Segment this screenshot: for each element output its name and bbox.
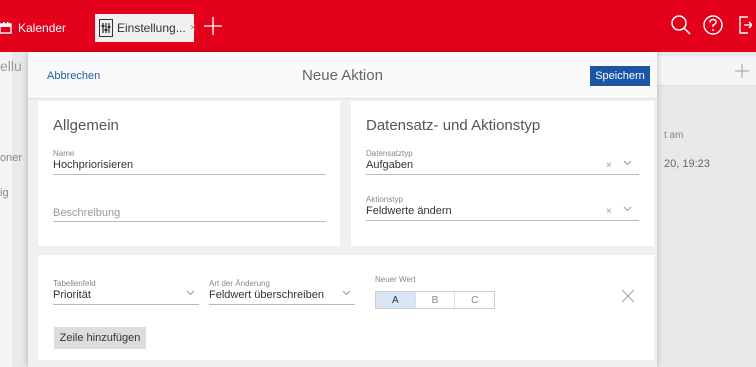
background-sidebar — [0, 52, 12, 367]
top-bar: Kalender Einstellung... × — [0, 0, 756, 52]
new-value-label: Neuer Wert — [375, 275, 416, 284]
general-card: Allgemein Name Hochpriorisieren Beschrei… — [38, 101, 340, 246]
add-icon[interactable] — [734, 63, 750, 84]
option-a-button[interactable]: A — [376, 292, 416, 308]
action-type-select[interactable]: Feldwerte ändern — [366, 205, 452, 217]
field-change-card: Tabellenfeld Priorität Art der Änderung … — [38, 255, 654, 360]
calendar-icon — [0, 22, 12, 34]
tab-calendar[interactable]: Kalender — [0, 17, 66, 39]
background-text-fragment: oner — [0, 152, 23, 164]
action-type-label: Aktionstyp — [366, 195, 403, 204]
record-type-select[interactable]: Aufgaben — [366, 159, 413, 171]
tab-close-icon[interactable]: × — [190, 22, 196, 34]
description-field-underline — [53, 221, 326, 222]
action-type-underline — [366, 220, 639, 221]
clear-icon[interactable]: × — [606, 206, 612, 217]
chevron-down-icon[interactable] — [342, 288, 351, 300]
help-icon[interactable] — [702, 14, 724, 36]
option-b-button[interactable]: B — [416, 292, 456, 308]
name-field[interactable]: Hochpriorisieren — [53, 159, 133, 171]
table-field-underline — [53, 304, 199, 305]
record-action-title: Datensatz- und Aktionstyp — [366, 117, 541, 134]
clear-icon[interactable]: × — [606, 160, 612, 171]
tab-settings[interactable]: Einstellung... × — [95, 14, 196, 42]
background-text-fragment: ig — [0, 187, 9, 199]
add-tab-icon[interactable] — [202, 15, 224, 37]
new-action-dialog: Abbrechen Neue Aktion Speichern Allgemei… — [28, 52, 657, 367]
background-date: 20, 19:23 — [664, 158, 710, 170]
change-type-label: Art der Änderung — [209, 279, 270, 288]
name-label: Name — [53, 149, 75, 158]
table-field-label: Tabellenfeld — [53, 279, 96, 288]
settings-icon — [99, 19, 113, 37]
background-header — [655, 56, 756, 86]
tab-settings-label: Einstellung... — [117, 21, 186, 35]
general-title: Allgemein — [53, 117, 119, 134]
option-c-button[interactable]: C — [455, 292, 494, 308]
record-type-label: Datensatztyp — [366, 149, 413, 158]
save-button[interactable]: Speichern — [590, 66, 650, 86]
table-field-select[interactable]: Priorität — [53, 289, 91, 301]
chevron-down-icon[interactable] — [623, 204, 632, 216]
chevron-down-icon[interactable] — [623, 158, 632, 170]
remove-row-icon[interactable] — [620, 288, 636, 304]
change-type-underline — [209, 304, 355, 305]
name-field-underline — [53, 174, 326, 175]
new-value-segmented-control: A B C — [375, 291, 495, 309]
dialog-header: Abbrechen Neue Aktion Speichern — [28, 52, 657, 99]
background-title-fragment: ellu — [0, 58, 22, 74]
change-type-select[interactable]: Feldwert überschreiben — [209, 289, 324, 301]
chevron-down-icon[interactable] — [186, 288, 195, 300]
description-field[interactable]: Beschreibung — [53, 207, 120, 219]
search-icon[interactable] — [670, 14, 692, 36]
record-action-card: Datensatz- und Aktionstyp Datensatztyp A… — [351, 101, 654, 246]
tab-calendar-label: Kalender — [18, 21, 67, 35]
record-type-underline — [366, 174, 639, 175]
background-column-header: t am — [664, 130, 684, 141]
logout-icon[interactable] — [734, 14, 756, 36]
add-row-button[interactable]: Zeile hinzufügen — [54, 327, 146, 349]
dialog-title: Neue Aktion — [302, 67, 383, 84]
